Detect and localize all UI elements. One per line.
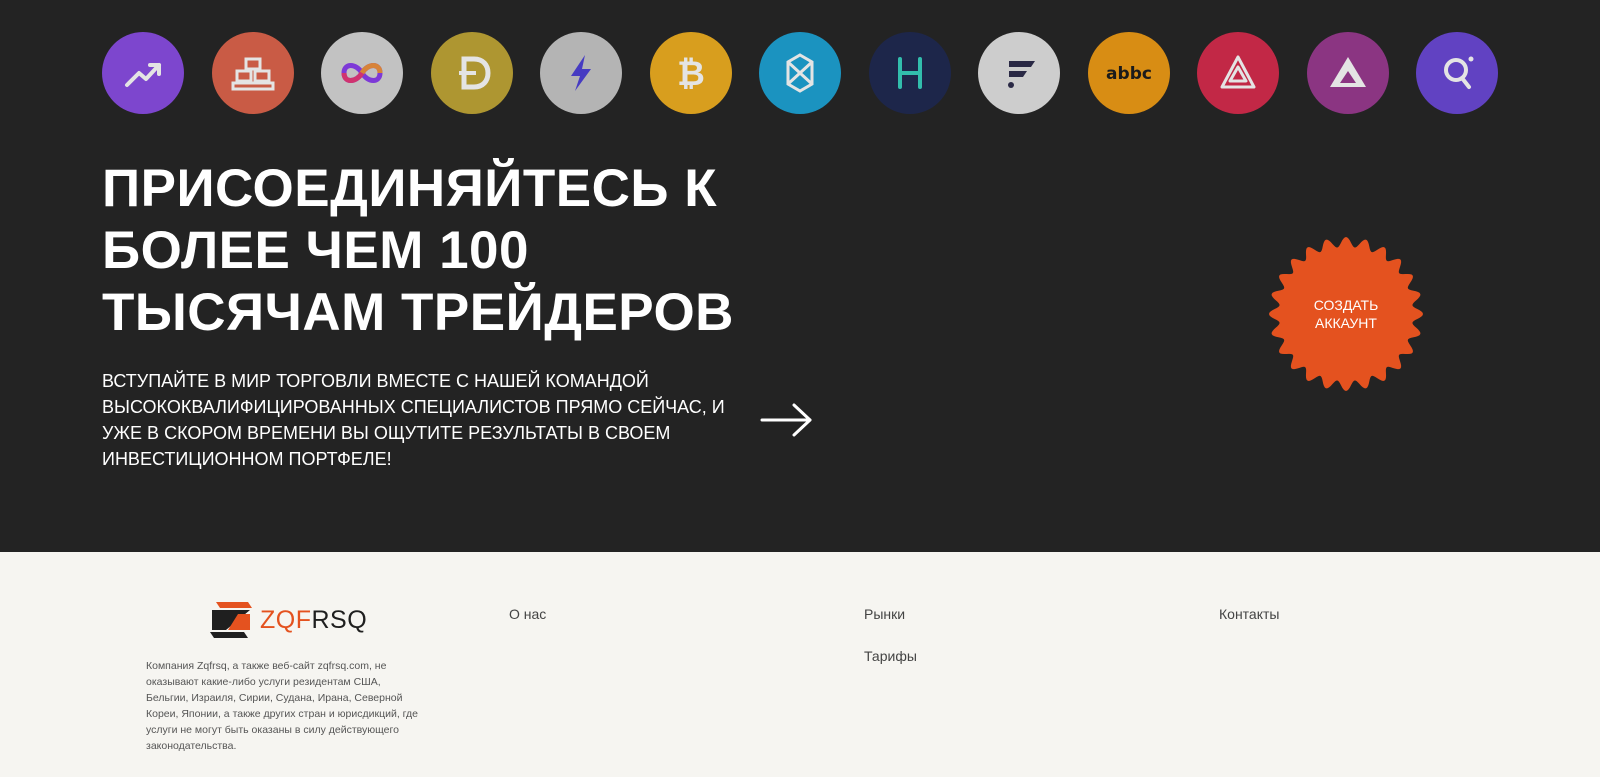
headline-line-2: БОЛЕЕ ЧЕМ 100 (102, 221, 530, 280)
svg-text:₿: ₿ (677, 54, 705, 94)
footer-disclaimer: Компания Zqfrsq, а также веб-сайт zqfrsq… (146, 660, 418, 752)
lightning-icon (540, 32, 622, 114)
footer-link-tariffs[interactable]: Тарифы (864, 648, 917, 664)
abbc-icon: abbc (1088, 32, 1170, 114)
hero-headline: ПРИСОЕДИНЯЙТЕСЬ К БОЛЕЕ ЧЕМ 100 ТЫСЯЧАМ … (102, 158, 802, 344)
bitcoin-icon: ₿ (650, 32, 732, 114)
infinity-icon (321, 32, 403, 114)
harmony-icon (869, 32, 951, 114)
quant-icon (1416, 32, 1498, 114)
footer-logo[interactable]: ZQFRSQ (208, 600, 367, 640)
hero-subtitle: ВСТУПАЙТЕ В МИР ТОРГОВЛИ ВМЕСТЕ С НАШЕЙ … (102, 371, 725, 469)
headline-line-1: ПРИСОЕДИНЯЙТЕСЬ К (102, 159, 718, 218)
alchemy-icon (1307, 32, 1389, 114)
arcblock-icon (1197, 32, 1279, 114)
footer-link-markets[interactable]: Рынки (864, 606, 905, 622)
hero-section: ₿ abbc ПРИСОЕДИНЯЙТЕСЬ К БОЛЕЕ ЧЕМ 100 Т… (0, 0, 1600, 552)
dogecoin-icon (431, 32, 513, 114)
logo-zqf-text: ZQF (260, 605, 312, 634)
create-account-button[interactable]: СОЗДАТЬ АККАУНТ (1266, 234, 1426, 394)
logo-mark-icon (210, 602, 252, 638)
create-account-label: СОЗДАТЬ АККАУНТ (1313, 297, 1379, 331)
footer-link-about[interactable]: О нас (509, 606, 546, 622)
headline-line-3: ТЫСЯЧАМ ТРЕЙДЕРОВ (102, 283, 734, 342)
gold-bars-icon (212, 32, 294, 114)
flux-icon (978, 32, 1060, 114)
logo-wordmark: ZQFRSQ (260, 606, 367, 635)
svg-text:abbc: abbc (1106, 64, 1152, 84)
arrow-right-icon[interactable] (760, 402, 814, 438)
footer: ZQFRSQ Компания Zqfrsq, а также веб-сайт… (0, 552, 1600, 777)
logo-rsq-text: RSQ (311, 605, 368, 634)
fantom-icon (759, 32, 841, 114)
chart-up-icon (102, 32, 184, 114)
footer-link-contacts[interactable]: Контакты (1219, 606, 1279, 622)
